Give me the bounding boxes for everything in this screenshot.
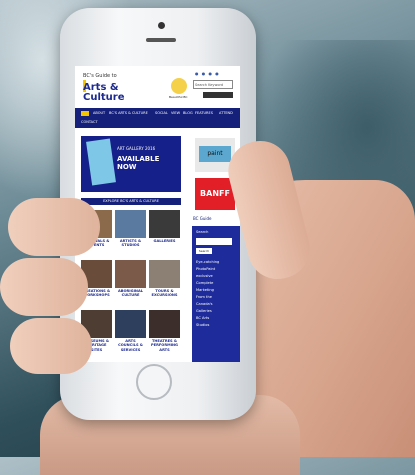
site-logo[interactable]: Arts & Culture [83, 83, 153, 103]
badge-label: Beautiful BC [169, 95, 188, 99]
sidebar-text-line: BC Arts [196, 316, 210, 320]
search-input[interactable]: Search Keyword [193, 80, 233, 89]
sidebar-text-line: Eye-catching [196, 260, 220, 264]
category-label: TOURS & EXCURSIONS [151, 289, 178, 298]
nav-home-marker [81, 111, 89, 116]
category-tile[interactable]: ARTS COUNCILS & SERVICES [115, 310, 146, 352]
category-photo [149, 310, 180, 338]
category-label: GALLERIES [153, 239, 176, 243]
sidebar-search-button[interactable]: Search [196, 248, 212, 254]
category-tile[interactable]: TOURS & EXCURSIONS [149, 260, 180, 298]
sidebar-heading: BC Guide [193, 216, 212, 221]
sidebar-text-line: Complete [196, 281, 214, 285]
hand-finger [0, 258, 88, 316]
hero-image [86, 138, 116, 186]
hand-finger [10, 318, 92, 374]
hero-subtitle: ART GALLERY 2016 [117, 146, 156, 151]
logo-tagline: BC's Guide to [83, 73, 117, 79]
search-button[interactable] [203, 92, 233, 98]
category-label: ABORIGINAL CULTURE [117, 289, 144, 298]
category-photo [115, 260, 146, 288]
nav-item[interactable]: FEATURES [195, 111, 213, 115]
sidebar-text-line: Canada's [196, 302, 213, 306]
sidebar-text-line: From the [196, 295, 212, 299]
category-photo [149, 260, 180, 288]
social-icons[interactable]: ● ● ● ● [195, 71, 220, 76]
category-photo [115, 310, 146, 338]
category-photo [115, 210, 146, 238]
hero-title: AVAILABLE NOW [117, 155, 160, 171]
ad-paint-label: paint [199, 146, 231, 162]
sidebar-search-input[interactable] [196, 238, 232, 245]
sidebar-text-line: Marketing [196, 288, 214, 292]
nav-item[interactable]: SOCIAL [155, 111, 168, 115]
site-header: BC's Guide to Arts & Culture Beautiful B… [75, 66, 240, 108]
category-tile[interactable]: GALLERIES [149, 210, 180, 243]
nav-item[interactable]: ABOUT [93, 111, 105, 115]
sidebar-search-label: Search [196, 230, 209, 234]
explore-heading: EXPLORE BC'S ARTS & CULTURE [81, 198, 181, 205]
sidebar-ad-banff[interactable]: BANFF [195, 178, 235, 210]
category-label: THEATRES & PERFORMING ARTS [150, 339, 178, 352]
sidebar-text-line: exclusive [196, 274, 213, 278]
category-tile[interactable]: THEATRES & PERFORMING ARTS [149, 310, 180, 352]
sidebar-text-line: Studios [196, 323, 210, 327]
sidebar-panel: Search Search Eye-catching PhotoPaint excl… [192, 226, 240, 362]
sidebar-text-line: PhotoPaint [196, 267, 216, 271]
home-button[interactable] [136, 364, 172, 400]
phone-screen: BC's Guide to Arts & Culture Beautiful B… [75, 66, 240, 362]
category-tile[interactable]: ABORIGINAL CULTURE [115, 260, 146, 298]
nav-item[interactable]: VIEW [171, 111, 180, 115]
nav-item[interactable]: CONTACT [81, 120, 98, 124]
nav-item[interactable]: ATTEND [219, 111, 233, 115]
hand-finger [8, 198, 100, 256]
category-label: ARTISTS & STUDIOS [119, 239, 142, 248]
category-tile[interactable]: ARTISTS & STUDIOS [115, 210, 146, 248]
category-label: ARTS COUNCILS & SERVICES [118, 339, 143, 352]
hero-banner[interactable]: ART GALLERY 2016 AVAILABLE NOW [81, 136, 181, 192]
nav-item[interactable]: BC'S ARTS & CULTURE [109, 111, 148, 115]
category-photo [149, 210, 180, 238]
badge-icon [171, 78, 187, 94]
sidebar-text-line: Galleries [196, 309, 212, 313]
front-camera-icon [158, 22, 165, 29]
main-nav: ABOUT BC'S ARTS & CULTURE SOCIAL VIEW BL… [75, 108, 240, 128]
nav-item[interactable]: BLOG [183, 111, 193, 115]
speaker-grille [146, 38, 176, 42]
